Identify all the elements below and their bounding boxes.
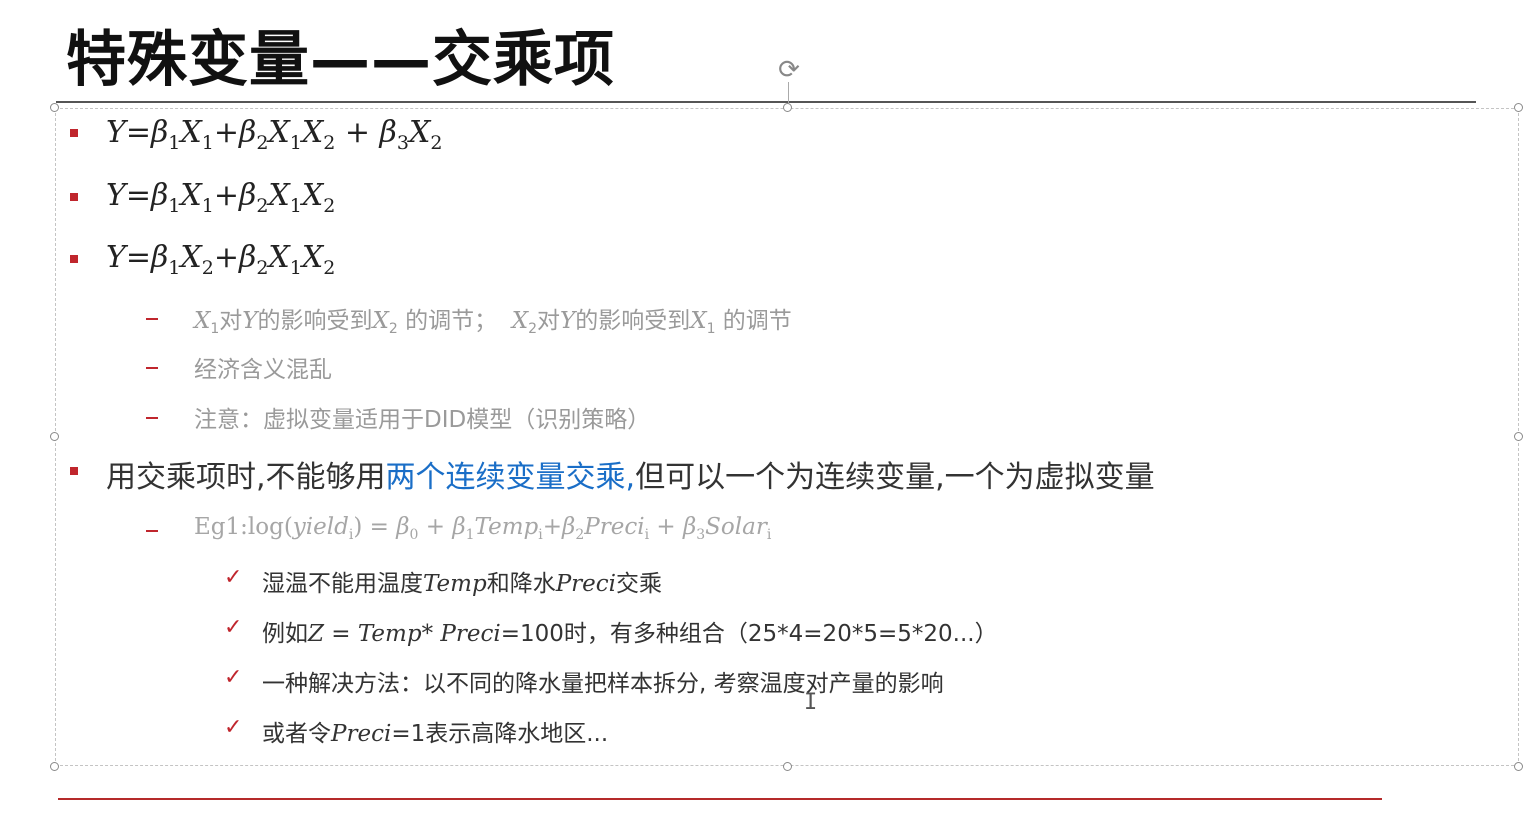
resize-handle-bottom-right[interactable] xyxy=(1514,762,1523,771)
bullet-square xyxy=(70,467,78,475)
text-cursor-icon: I xyxy=(804,690,818,715)
note-economic-meaning: 经济含义混乱 xyxy=(194,357,332,383)
bullet-square xyxy=(70,255,78,263)
check-item-1: 湿温不能用温度Temp和降水Preci交乘 xyxy=(262,571,663,597)
sub-bullet-dash xyxy=(146,367,158,369)
bullet-square xyxy=(70,129,78,137)
resize-handle-bottom-center[interactable] xyxy=(783,762,792,771)
equation-2: Y=β1X1+β2X1X2 xyxy=(106,178,336,217)
resize-handle-top-right[interactable] xyxy=(1514,103,1523,112)
equation-1: Y=β1X1+β2X1X2 + β3X2 xyxy=(106,115,443,154)
title-underline xyxy=(56,101,1476,103)
check-item-3: 一种解决方法：以不同的降水量把样本拆分, 考察温度对产量的影响 xyxy=(262,671,944,697)
note-moderation: X1对Y的影响受到X2 的调节； X2对Y的影响受到X1 的调节 xyxy=(194,308,792,337)
bottom-divider xyxy=(58,798,1382,800)
resize-handle-bottom-left[interactable] xyxy=(50,762,59,771)
checkmark-icon: ✓ xyxy=(224,615,243,640)
resize-handle-top-left[interactable] xyxy=(50,103,59,112)
equation-3: Y=β1X2+β2X1X2 xyxy=(106,240,336,279)
slide-title: 特殊变量——交乘项 xyxy=(66,25,615,95)
resize-handle-top-center[interactable] xyxy=(783,103,792,112)
checkmark-icon: ✓ xyxy=(224,565,243,590)
bullet-square xyxy=(70,193,78,201)
resize-handle-middle-right[interactable] xyxy=(1514,432,1523,441)
note-did-model: 注意：虚拟变量适用于DID模型（识别策略） xyxy=(194,407,651,433)
check-item-4: 或者令Preci=1表示高降水地区... xyxy=(262,721,609,747)
checkmark-icon: ✓ xyxy=(224,715,243,740)
check-item-2: 例如Z = Temp* Preci=100时，有多种组合（25*4=20*5=5… xyxy=(262,621,998,647)
rotate-handle-icon[interactable]: ⟳ xyxy=(775,56,803,84)
interaction-rule: 用交乘项时,不能够用两个连续变量交乘,但可以一个为连续变量,一个为虚拟变量 xyxy=(106,460,1155,495)
checkmark-icon: ✓ xyxy=(224,665,243,690)
resize-handle-middle-left[interactable] xyxy=(50,432,59,441)
example-equation: Eg1:log(yieldi) = β0 + β1Tempi+β2Precii … xyxy=(194,514,772,543)
sub-bullet-dash xyxy=(146,318,158,320)
sub-bullet-dash xyxy=(146,530,158,532)
highlighted-text: 两个连续变量交乘, xyxy=(385,460,636,495)
sub-bullet-dash xyxy=(146,417,158,419)
